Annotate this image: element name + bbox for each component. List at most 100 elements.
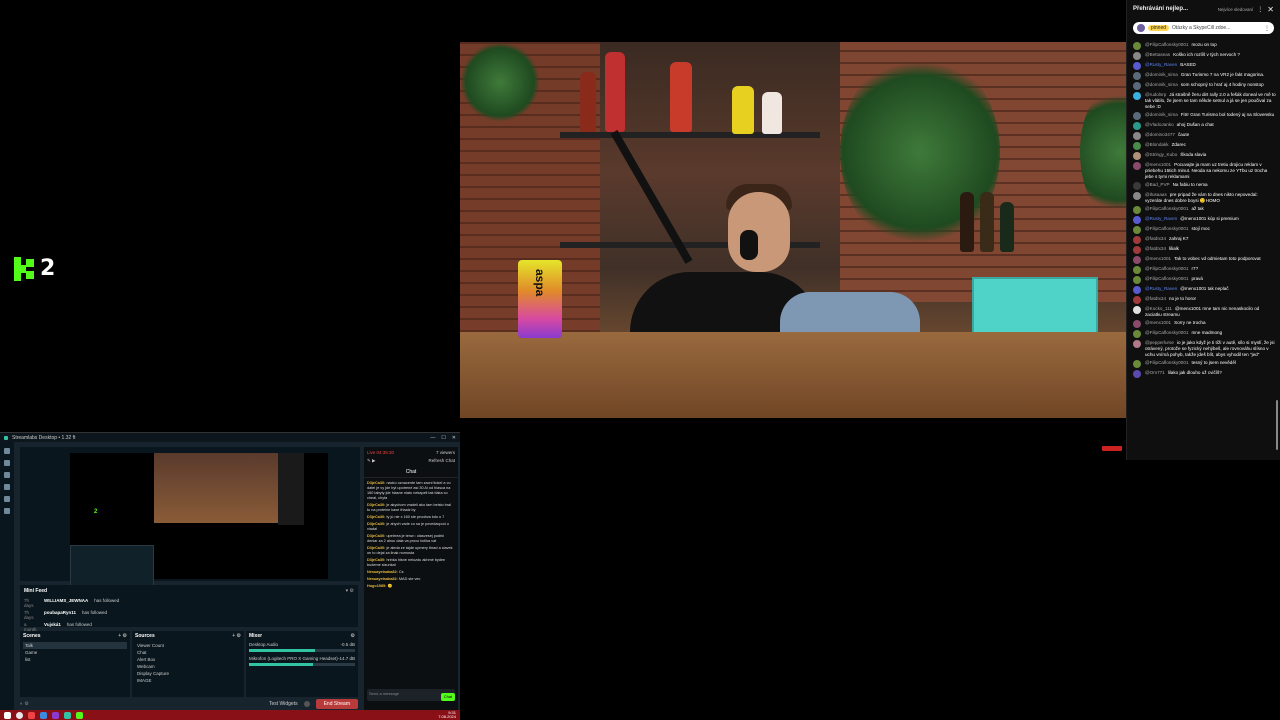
source-item[interactable]: IMAGE bbox=[135, 677, 241, 684]
chat-user[interactable]: D3jeCa30: bbox=[367, 481, 385, 485]
author-name[interactable]: @rudolsrp bbox=[1145, 92, 1166, 97]
author-name[interactable]: @domino3477 bbox=[1145, 132, 1175, 137]
scene-item[interactable]: list bbox=[23, 656, 127, 663]
feed-row[interactable]: 7h days poubapaRyn11 has followed bbox=[20, 609, 358, 621]
app-icon[interactable] bbox=[40, 711, 47, 719]
author-name[interactable]: @menx1001 bbox=[1145, 320, 1171, 325]
avatar[interactable] bbox=[1133, 206, 1141, 214]
more-options-icon[interactable]: ⋮ bbox=[1264, 25, 1270, 32]
avatar[interactable] bbox=[1133, 132, 1141, 140]
mixer-settings-icon[interactable]: ⚙ bbox=[351, 633, 355, 639]
author-name[interactable]: @Bettaseas bbox=[1145, 52, 1170, 57]
chat-user[interactable]: Hugo1985: bbox=[367, 584, 386, 588]
filter-icon[interactable]: ▾ ⚙ bbox=[346, 588, 354, 594]
avatar[interactable] bbox=[1133, 112, 1141, 120]
stream-preview[interactable]: 2 bbox=[20, 447, 360, 593]
author-name[interactable]: @VladoJanko bbox=[1145, 122, 1174, 127]
chat-user[interactable]: D3jeCa30: bbox=[367, 522, 385, 526]
maximize-icon[interactable]: ☐ bbox=[441, 435, 445, 441]
chat-user[interactable]: D3jeCa30: bbox=[367, 558, 385, 562]
avatar[interactable] bbox=[1133, 82, 1141, 90]
editor-icon[interactable] bbox=[4, 448, 10, 454]
chat-user[interactable]: D3jeCa30: bbox=[367, 515, 385, 519]
pinned-message[interactable]: pinned Otázky a SkypeCill zdoe... ⋮ bbox=[1133, 22, 1274, 34]
avatar[interactable] bbox=[1133, 276, 1141, 284]
scene-item[interactable]: Talk bbox=[23, 642, 127, 649]
avatar[interactable] bbox=[1133, 226, 1141, 234]
avatar[interactable] bbox=[1133, 92, 1141, 100]
add-scene-icon[interactable]: + ⚙ bbox=[118, 633, 127, 639]
record-icon[interactable] bbox=[303, 701, 310, 707]
author-name[interactable]: @FilipCaflonsky0001 bbox=[1145, 360, 1188, 365]
video-player[interactable]: aspa bbox=[460, 42, 1126, 418]
author-name[interactable]: @Bad_PVP bbox=[1145, 182, 1170, 187]
author-name[interactable]: @FilipCaflonsky0001 bbox=[1145, 226, 1188, 231]
avatar[interactable] bbox=[1133, 42, 1141, 50]
author-name[interactable]: @Stringy_Kubo bbox=[1145, 152, 1177, 157]
avatar[interactable] bbox=[1133, 236, 1141, 244]
avatar[interactable] bbox=[1133, 330, 1141, 338]
author-name[interactable]: @Om771 bbox=[1145, 370, 1165, 375]
author-name[interactable]: @Blondakk bbox=[1145, 142, 1169, 147]
author-name[interactable]: @FilipCaflonsky0001 bbox=[1145, 266, 1188, 271]
avatar[interactable] bbox=[1133, 182, 1141, 190]
avatar[interactable] bbox=[1133, 192, 1141, 200]
more-options-icon[interactable]: ⋮ bbox=[1257, 6, 1263, 13]
chat-user[interactable]: D3jeCa30: bbox=[367, 503, 385, 507]
author-name[interactable]: @Rusty_Raven bbox=[1145, 286, 1177, 291]
avatar[interactable] bbox=[1133, 152, 1141, 160]
layout-icon[interactable] bbox=[4, 460, 10, 466]
avatar[interactable] bbox=[1133, 370, 1141, 378]
themes-icon[interactable] bbox=[4, 484, 10, 490]
apps-icon[interactable] bbox=[4, 496, 10, 502]
source-item[interactable]: Display Capture bbox=[135, 670, 241, 677]
chat-mode-dropdown[interactable]: Přehrávání nejlep... bbox=[1133, 6, 1214, 12]
avatar[interactable] bbox=[1133, 162, 1141, 170]
avatar[interactable] bbox=[1133, 256, 1141, 264]
source-item[interactable]: Chat bbox=[135, 649, 241, 656]
author-name[interactable]: @Kocko_111 bbox=[1145, 306, 1172, 311]
feed-row[interactable]: 7h days WILLIAMS_JEWNAA has followed bbox=[20, 597, 358, 609]
settings-icon[interactable] bbox=[4, 508, 10, 514]
avatar[interactable] bbox=[1133, 62, 1141, 70]
avatar[interactable] bbox=[1133, 72, 1141, 80]
avatar[interactable] bbox=[1133, 320, 1141, 328]
send-chat-button[interactable]: Chat bbox=[441, 693, 455, 701]
author-name[interactable]: @fatdtx34 bbox=[1145, 246, 1166, 251]
author-name[interactable]: @dominik_sima bbox=[1145, 72, 1178, 77]
author-name[interactable]: @menx1001 bbox=[1145, 256, 1171, 261]
scrollbar[interactable] bbox=[1276, 400, 1278, 450]
test-widgets-button[interactable]: Test Widgets bbox=[269, 701, 298, 707]
chat-user[interactable]: Nesuayetsaka82: bbox=[367, 570, 398, 574]
streamlabs-icon[interactable] bbox=[64, 711, 71, 719]
search-icon[interactable] bbox=[16, 711, 23, 719]
author-name[interactable]: @Rusty_Raven bbox=[1145, 62, 1177, 67]
source-item[interactable]: Alert Box bbox=[135, 656, 241, 663]
avatar[interactable] bbox=[1133, 306, 1141, 314]
volume-slider[interactable] bbox=[249, 649, 355, 652]
close-icon[interactable]: ✕ bbox=[452, 435, 456, 441]
browser-icon[interactable] bbox=[28, 711, 35, 719]
author-name[interactable]: @fatdtx34 bbox=[1145, 296, 1166, 301]
avatar[interactable] bbox=[1133, 340, 1141, 348]
avatar[interactable] bbox=[1133, 142, 1141, 150]
author-name[interactable]: @fatdtx34 bbox=[1145, 236, 1166, 241]
author-name[interactable]: @dominik_sima bbox=[1145, 112, 1178, 117]
minimize-icon[interactable]: — bbox=[430, 435, 435, 441]
end-stream-button[interactable]: End Stream bbox=[315, 699, 358, 709]
avatar[interactable] bbox=[1133, 360, 1141, 368]
author-name[interactable]: @dominik_sima bbox=[1145, 82, 1178, 87]
volume-slider[interactable] bbox=[249, 663, 355, 666]
scene-item[interactable]: Game bbox=[23, 649, 127, 656]
close-icon[interactable]: ✕ bbox=[1267, 5, 1274, 14]
avatar[interactable] bbox=[1133, 216, 1141, 224]
avatar[interactable] bbox=[1133, 266, 1141, 274]
avatar[interactable] bbox=[1133, 122, 1141, 130]
author-name[interactable]: @FilipCaflonsky0001 bbox=[1145, 206, 1188, 211]
author-name[interactable]: @pepperlurse bbox=[1145, 340, 1174, 345]
author-name[interactable]: @Ilusaaas bbox=[1145, 192, 1167, 197]
chat-user[interactable]: D3jeCa30: bbox=[367, 546, 385, 550]
kick-icon[interactable] bbox=[76, 711, 83, 719]
avatar[interactable] bbox=[1133, 296, 1141, 304]
author-name[interactable]: @FilipCaflonsky0001 bbox=[1145, 330, 1188, 335]
